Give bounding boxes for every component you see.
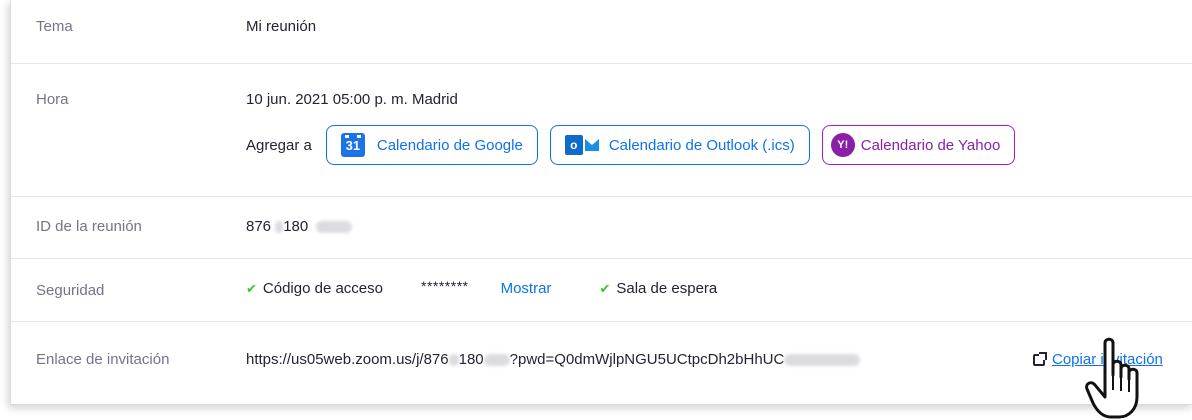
security-row: Seguridad ✔ Código de acceso ******** Mo… — [11, 258, 1192, 322]
outlook-calendar-button[interactable]: o Calendario de Outlook (.ics) — [549, 125, 810, 165]
google-calendar-label: Calendario de Google — [376, 136, 523, 154]
add-to-calendar: Agregar a 31 Calendario de Google o Cale… — [246, 124, 1027, 166]
google-calendar-icon: 31 — [340, 133, 365, 157]
waiting-room: ✔ Sala de espera — [599, 280, 717, 297]
time-value: 10 jun. 2021 05:00 p. m. Madrid — [246, 91, 458, 108]
copy-invitation[interactable]: Copiar invitación — [1033, 351, 1163, 368]
copy-invitation-link[interactable]: Copiar invitación — [1052, 351, 1163, 368]
waiting-room-label: Sala de espera — [616, 280, 718, 297]
security-label: Seguridad — [36, 282, 105, 299]
meeting-id-part2: 180 — [283, 218, 309, 235]
security-values: ✔ Código de acceso ******** Mostrar ✔ Sa… — [246, 277, 717, 298]
share-icon — [1033, 351, 1047, 366]
invite-url-part2: 180 — [458, 351, 484, 368]
topic-row: Tema Mi reunión — [11, 0, 1192, 64]
passcode-label: Código de acceso — [262, 280, 383, 297]
topic-label: Tema — [36, 18, 73, 35]
show-passcode-link[interactable]: Mostrar — [501, 280, 552, 297]
invite-url: https://us05web.zoom.us/j/876 180 ?pwd=Q0d… — [246, 351, 861, 368]
add-to-label: Agregar a — [246, 136, 312, 154]
redacted-blur — [784, 354, 861, 367]
check-icon: ✔ — [246, 280, 257, 296]
passcode-mask: ******** — [421, 277, 469, 294]
yahoo-calendar-label: Calendario de Yahoo — [860, 136, 1001, 154]
invite-url-part1: https://us05web.zoom.us/j/876 — [246, 351, 449, 368]
topic-value: Mi reunión — [246, 18, 317, 35]
meeting-id-part1: 876 — [246, 218, 272, 235]
redacted-blur — [448, 354, 459, 367]
redacted-blur — [483, 354, 510, 367]
yahoo-icon: Y! — [830, 133, 855, 157]
time-row: Hora 10 jun. 2021 05:00 p. m. Madrid Agr… — [11, 63, 1192, 197]
invite-link-row: Enlace de invitación https://us05web.zoo… — [11, 321, 1192, 404]
meeting-id-value: 876 180 — [246, 218, 353, 235]
time-label: Hora — [36, 91, 69, 108]
meeting-id-label: ID de la reunión — [36, 218, 142, 235]
yahoo-calendar-button[interactable]: Y! Calendario de Yahoo — [821, 125, 1016, 165]
invite-link-label: Enlace de invitación — [36, 351, 170, 368]
check-icon: ✔ — [599, 280, 611, 296]
outlook-calendar-label: Calendario de Outlook (.ics) — [608, 136, 795, 154]
redacted-blur — [275, 221, 284, 234]
meeting-id-row: ID de la reunión 876 180 — [11, 196, 1192, 259]
redacted-blur — [316, 221, 353, 234]
meeting-details-panel: Tema Mi reunión Hora 10 jun. 2021 05:00 … — [10, 0, 1192, 405]
invite-url-part3: ?pwd=Q0dmWjlpNGU5UCtpcDh2bHhUC — [509, 351, 785, 368]
google-calendar-button[interactable]: 31 Calendario de Google — [325, 125, 538, 165]
outlook-icon: o — [564, 135, 599, 155]
